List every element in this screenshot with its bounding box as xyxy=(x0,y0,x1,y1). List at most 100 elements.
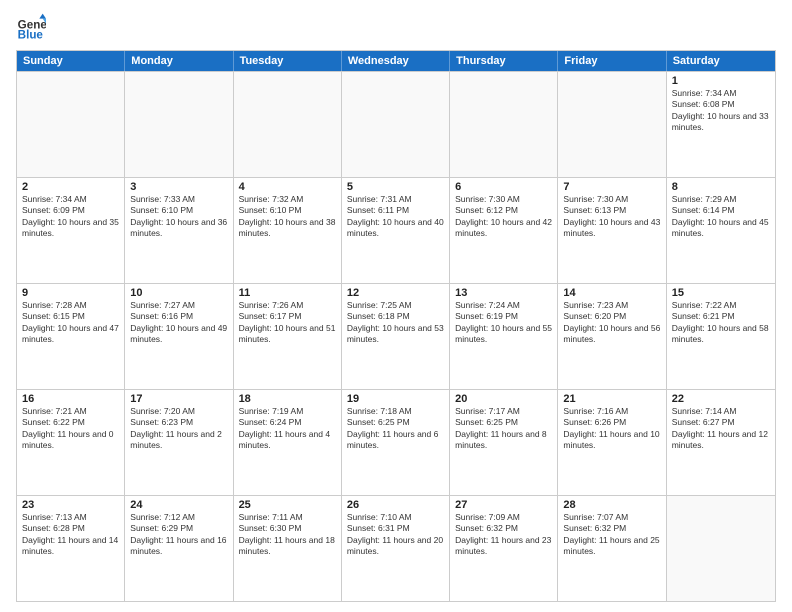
day-info: Sunrise: 7:34 AM Sunset: 6:08 PM Dayligh… xyxy=(672,88,770,134)
day-cell-8: 8Sunrise: 7:29 AM Sunset: 6:14 PM Daylig… xyxy=(667,178,775,283)
empty-cell xyxy=(17,72,125,177)
empty-cell xyxy=(558,72,666,177)
day-cell-16: 16Sunrise: 7:21 AM Sunset: 6:22 PM Dayli… xyxy=(17,390,125,495)
day-cell-12: 12Sunrise: 7:25 AM Sunset: 6:18 PM Dayli… xyxy=(342,284,450,389)
day-cell-20: 20Sunrise: 7:17 AM Sunset: 6:25 PM Dayli… xyxy=(450,390,558,495)
calendar-row-1: 1Sunrise: 7:34 AM Sunset: 6:08 PM Daylig… xyxy=(17,71,775,177)
day-number: 19 xyxy=(347,393,444,405)
page: General Blue SundayMondayTuesdayWednesda… xyxy=(0,0,792,612)
day-number: 11 xyxy=(239,287,336,299)
day-info: Sunrise: 7:17 AM Sunset: 6:25 PM Dayligh… xyxy=(455,406,552,452)
day-cell-22: 22Sunrise: 7:14 AM Sunset: 6:27 PM Dayli… xyxy=(667,390,775,495)
day-info: Sunrise: 7:32 AM Sunset: 6:10 PM Dayligh… xyxy=(239,194,336,240)
day-cell-3: 3Sunrise: 7:33 AM Sunset: 6:10 PM Daylig… xyxy=(125,178,233,283)
empty-cell xyxy=(234,72,342,177)
day-cell-14: 14Sunrise: 7:23 AM Sunset: 6:20 PM Dayli… xyxy=(558,284,666,389)
day-number: 22 xyxy=(672,393,770,405)
empty-cell xyxy=(342,72,450,177)
day-info: Sunrise: 7:25 AM Sunset: 6:18 PM Dayligh… xyxy=(347,300,444,346)
header-day-tuesday: Tuesday xyxy=(234,51,342,71)
day-number: 26 xyxy=(347,499,444,511)
day-info: Sunrise: 7:24 AM Sunset: 6:19 PM Dayligh… xyxy=(455,300,552,346)
day-info: Sunrise: 7:30 AM Sunset: 6:13 PM Dayligh… xyxy=(563,194,660,240)
day-number: 24 xyxy=(130,499,227,511)
day-cell-13: 13Sunrise: 7:24 AM Sunset: 6:19 PM Dayli… xyxy=(450,284,558,389)
day-info: Sunrise: 7:22 AM Sunset: 6:21 PM Dayligh… xyxy=(672,300,770,346)
day-cell-10: 10Sunrise: 7:27 AM Sunset: 6:16 PM Dayli… xyxy=(125,284,233,389)
header-day-sunday: Sunday xyxy=(17,51,125,71)
calendar-row-4: 16Sunrise: 7:21 AM Sunset: 6:22 PM Dayli… xyxy=(17,389,775,495)
calendar-row-3: 9Sunrise: 7:28 AM Sunset: 6:15 PM Daylig… xyxy=(17,283,775,389)
day-cell-11: 11Sunrise: 7:26 AM Sunset: 6:17 PM Dayli… xyxy=(234,284,342,389)
logo-icon: General Blue xyxy=(16,12,46,42)
day-cell-21: 21Sunrise: 7:16 AM Sunset: 6:26 PM Dayli… xyxy=(558,390,666,495)
day-number: 28 xyxy=(563,499,660,511)
day-info: Sunrise: 7:23 AM Sunset: 6:20 PM Dayligh… xyxy=(563,300,660,346)
day-number: 9 xyxy=(22,287,119,299)
day-number: 21 xyxy=(563,393,660,405)
day-cell-5: 5Sunrise: 7:31 AM Sunset: 6:11 PM Daylig… xyxy=(342,178,450,283)
day-cell-7: 7Sunrise: 7:30 AM Sunset: 6:13 PM Daylig… xyxy=(558,178,666,283)
day-info: Sunrise: 7:16 AM Sunset: 6:26 PM Dayligh… xyxy=(563,406,660,452)
header-day-monday: Monday xyxy=(125,51,233,71)
day-info: Sunrise: 7:09 AM Sunset: 6:32 PM Dayligh… xyxy=(455,512,552,558)
day-info: Sunrise: 7:31 AM Sunset: 6:11 PM Dayligh… xyxy=(347,194,444,240)
empty-cell xyxy=(450,72,558,177)
header-day-thursday: Thursday xyxy=(450,51,558,71)
day-info: Sunrise: 7:27 AM Sunset: 6:16 PM Dayligh… xyxy=(130,300,227,346)
header: General Blue xyxy=(16,12,776,42)
day-number: 27 xyxy=(455,499,552,511)
day-cell-25: 25Sunrise: 7:11 AM Sunset: 6:30 PM Dayli… xyxy=(234,496,342,601)
day-info: Sunrise: 7:28 AM Sunset: 6:15 PM Dayligh… xyxy=(22,300,119,346)
day-cell-17: 17Sunrise: 7:20 AM Sunset: 6:23 PM Dayli… xyxy=(125,390,233,495)
svg-text:Blue: Blue xyxy=(18,29,44,42)
day-cell-18: 18Sunrise: 7:19 AM Sunset: 6:24 PM Dayli… xyxy=(234,390,342,495)
day-cell-24: 24Sunrise: 7:12 AM Sunset: 6:29 PM Dayli… xyxy=(125,496,233,601)
day-number: 2 xyxy=(22,181,119,193)
day-cell-9: 9Sunrise: 7:28 AM Sunset: 6:15 PM Daylig… xyxy=(17,284,125,389)
empty-cell xyxy=(667,496,775,601)
day-info: Sunrise: 7:34 AM Sunset: 6:09 PM Dayligh… xyxy=(22,194,119,240)
day-number: 12 xyxy=(347,287,444,299)
day-info: Sunrise: 7:10 AM Sunset: 6:31 PM Dayligh… xyxy=(347,512,444,558)
day-info: Sunrise: 7:07 AM Sunset: 6:32 PM Dayligh… xyxy=(563,512,660,558)
day-number: 5 xyxy=(347,181,444,193)
day-info: Sunrise: 7:12 AM Sunset: 6:29 PM Dayligh… xyxy=(130,512,227,558)
day-info: Sunrise: 7:30 AM Sunset: 6:12 PM Dayligh… xyxy=(455,194,552,240)
day-number: 1 xyxy=(672,75,770,87)
day-info: Sunrise: 7:26 AM Sunset: 6:17 PM Dayligh… xyxy=(239,300,336,346)
day-cell-19: 19Sunrise: 7:18 AM Sunset: 6:25 PM Dayli… xyxy=(342,390,450,495)
day-number: 4 xyxy=(239,181,336,193)
day-cell-4: 4Sunrise: 7:32 AM Sunset: 6:10 PM Daylig… xyxy=(234,178,342,283)
day-info: Sunrise: 7:11 AM Sunset: 6:30 PM Dayligh… xyxy=(239,512,336,558)
day-number: 10 xyxy=(130,287,227,299)
calendar-header: SundayMondayTuesdayWednesdayThursdayFrid… xyxy=(17,51,775,71)
header-day-friday: Friday xyxy=(558,51,666,71)
day-number: 13 xyxy=(455,287,552,299)
day-info: Sunrise: 7:33 AM Sunset: 6:10 PM Dayligh… xyxy=(130,194,227,240)
day-cell-27: 27Sunrise: 7:09 AM Sunset: 6:32 PM Dayli… xyxy=(450,496,558,601)
day-info: Sunrise: 7:18 AM Sunset: 6:25 PM Dayligh… xyxy=(347,406,444,452)
day-number: 6 xyxy=(455,181,552,193)
day-number: 15 xyxy=(672,287,770,299)
calendar-grid: 1Sunrise: 7:34 AM Sunset: 6:08 PM Daylig… xyxy=(17,71,775,601)
day-info: Sunrise: 7:13 AM Sunset: 6:28 PM Dayligh… xyxy=(22,512,119,558)
logo: General Blue xyxy=(16,12,50,42)
calendar-row-5: 23Sunrise: 7:13 AM Sunset: 6:28 PM Dayli… xyxy=(17,495,775,601)
empty-cell xyxy=(125,72,233,177)
day-cell-26: 26Sunrise: 7:10 AM Sunset: 6:31 PM Dayli… xyxy=(342,496,450,601)
day-cell-1: 1Sunrise: 7:34 AM Sunset: 6:08 PM Daylig… xyxy=(667,72,775,177)
day-cell-15: 15Sunrise: 7:22 AM Sunset: 6:21 PM Dayli… xyxy=(667,284,775,389)
day-number: 3 xyxy=(130,181,227,193)
day-number: 25 xyxy=(239,499,336,511)
day-info: Sunrise: 7:19 AM Sunset: 6:24 PM Dayligh… xyxy=(239,406,336,452)
day-number: 18 xyxy=(239,393,336,405)
day-number: 17 xyxy=(130,393,227,405)
day-info: Sunrise: 7:14 AM Sunset: 6:27 PM Dayligh… xyxy=(672,406,770,452)
day-number: 20 xyxy=(455,393,552,405)
day-cell-28: 28Sunrise: 7:07 AM Sunset: 6:32 PM Dayli… xyxy=(558,496,666,601)
day-number: 23 xyxy=(22,499,119,511)
day-number: 8 xyxy=(672,181,770,193)
day-info: Sunrise: 7:21 AM Sunset: 6:22 PM Dayligh… xyxy=(22,406,119,452)
day-number: 16 xyxy=(22,393,119,405)
